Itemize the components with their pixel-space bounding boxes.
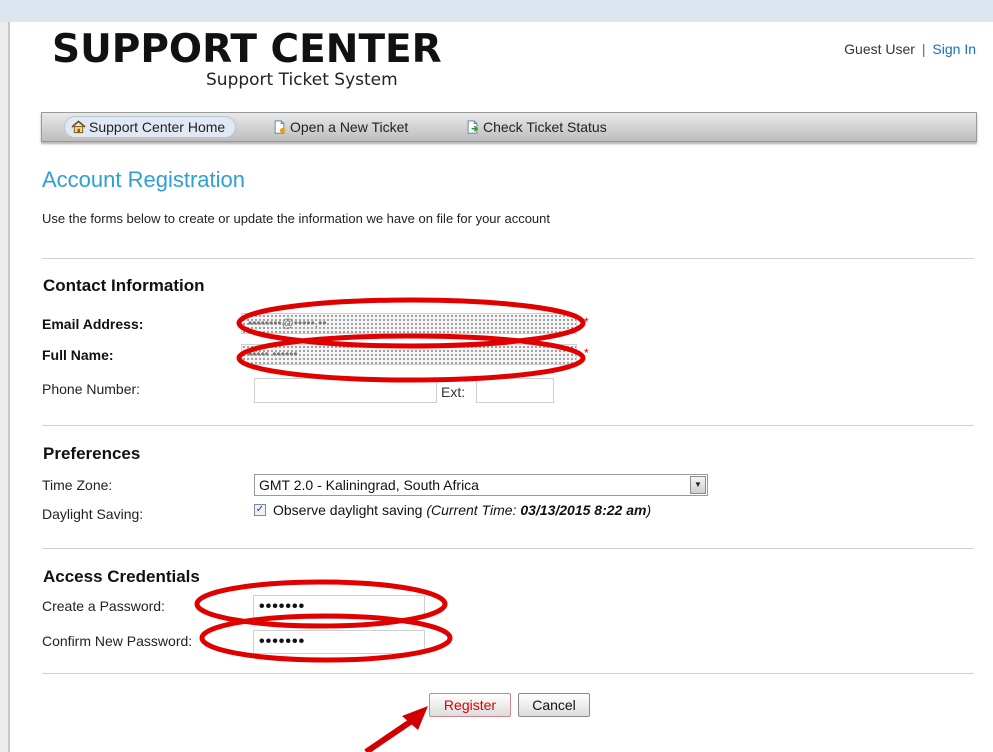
ext-label: Ext:: [441, 384, 466, 400]
guest-user-label: Guest User: [844, 41, 915, 57]
pointer-arrow-head: [402, 706, 428, 730]
full-name-field[interactable]: ••••• ••••••: [241, 344, 577, 365]
timezone-label: Time Zone:: [42, 477, 113, 493]
timezone-selected-value: GMT 2.0 - Kaliningrad, South Africa: [259, 477, 479, 493]
user-bar: Guest User | Sign In: [844, 41, 976, 57]
page-title: Account Registration: [42, 167, 245, 192]
main-nav: Support Center Home Open a New Ticket Ch…: [41, 112, 977, 142]
pointer-arrow-shaft: [364, 715, 418, 752]
daylight-saving-text: Observe daylight saving (Current Time: 0…: [273, 502, 651, 518]
confirm-password-input[interactable]: •••••••: [253, 630, 425, 654]
nav-support-center-home[interactable]: Support Center Home: [64, 116, 237, 138]
daylight-saving-option: Observe daylight saving: [273, 502, 423, 518]
full-name-label: Full Name:: [42, 347, 114, 363]
current-time-value: 03/13/2015 8:22 am: [520, 502, 647, 518]
divider: [42, 548, 974, 549]
intro-text: Use the forms below to create or update …: [42, 211, 550, 226]
create-password-label: Create a Password:: [42, 598, 165, 614]
phone-label: Phone Number:: [42, 381, 141, 397]
email-required-mark: *: [584, 315, 589, 329]
register-button[interactable]: Register: [429, 693, 511, 717]
sign-in-link[interactable]: Sign In: [932, 41, 976, 57]
logo-title[interactable]: SUPPORT CENTER: [52, 30, 442, 70]
nav-item-label: Support Center Home: [89, 119, 226, 135]
nav-item-label: Open a New Ticket: [290, 119, 409, 135]
create-password-input[interactable]: •••••••: [253, 595, 425, 619]
timezone-select[interactable]: GMT 2.0 - Kaliningrad, South Africa ▼: [254, 474, 708, 496]
new-ticket-icon: [274, 120, 286, 134]
nav-open-new-ticket[interactable]: Open a New Ticket: [266, 117, 408, 137]
user-bar-separator: |: [921, 41, 926, 57]
current-time-prefix: (Current Time:: [426, 502, 517, 518]
home-icon: [71, 120, 86, 134]
divider: [42, 258, 974, 259]
ext-field[interactable]: [476, 378, 554, 403]
divider: [42, 425, 974, 426]
phone-field[interactable]: [254, 378, 437, 403]
nav-item-label: Check Ticket Status: [483, 119, 607, 135]
logo-subtitle: Support Ticket System: [206, 70, 398, 90]
email-field[interactable]: ••••••••@•••••.••: [241, 313, 577, 334]
divider: [42, 673, 974, 674]
preferences-section-title: Preferences: [43, 444, 141, 463]
email-label: Email Address:: [42, 316, 144, 332]
ticket-status-icon: [467, 120, 479, 134]
confirm-password-label: Confirm New Password:: [42, 633, 193, 649]
cancel-button[interactable]: Cancel: [518, 693, 590, 717]
browser-top-band: [0, 0, 993, 22]
daylight-saving-label: Daylight Saving:: [42, 506, 144, 522]
full-name-required-mark: *: [584, 346, 589, 360]
current-time-suffix: ): [646, 502, 652, 518]
chevron-down-icon[interactable]: ▼: [690, 476, 706, 494]
contact-section-title: Contact Information: [43, 276, 205, 295]
credentials-section-title: Access Credentials: [43, 567, 200, 586]
left-margin-rule: [0, 22, 10, 752]
nav-check-ticket-status[interactable]: Check Ticket Status: [459, 117, 607, 137]
daylight-saving-checkbox[interactable]: ✓: [254, 504, 266, 516]
